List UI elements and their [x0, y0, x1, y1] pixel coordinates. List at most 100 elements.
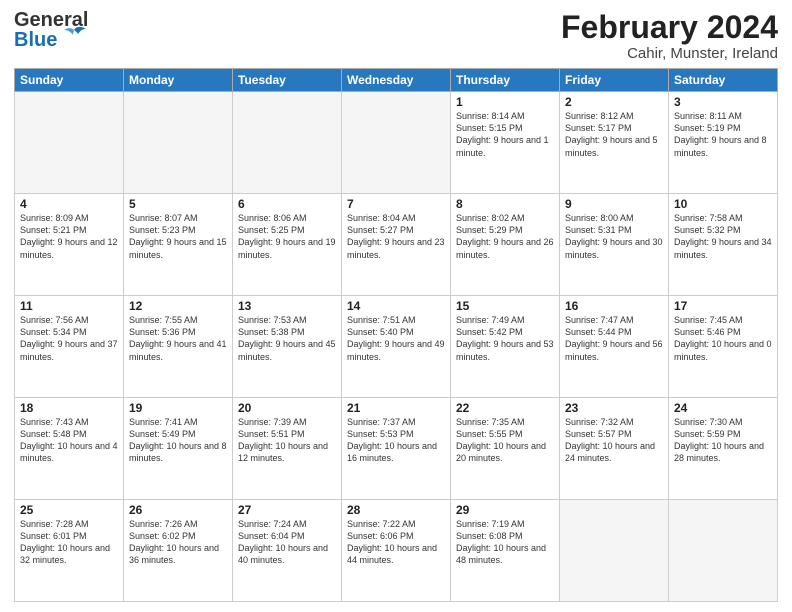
table-row: 10Sunrise: 7:58 AM Sunset: 5:32 PM Dayli… [669, 194, 778, 296]
day-info: Sunrise: 8:12 AM Sunset: 5:17 PM Dayligh… [565, 110, 663, 159]
table-row: 17Sunrise: 7:45 AM Sunset: 5:46 PM Dayli… [669, 296, 778, 398]
col-thursday: Thursday [451, 69, 560, 92]
day-number: 26 [129, 503, 227, 517]
col-tuesday: Tuesday [233, 69, 342, 92]
calendar-week-row: 1Sunrise: 8:14 AM Sunset: 5:15 PM Daylig… [15, 92, 778, 194]
logo-blue-text: Blue [14, 30, 57, 50]
table-row [342, 92, 451, 194]
day-info: Sunrise: 8:09 AM Sunset: 5:21 PM Dayligh… [20, 212, 118, 261]
table-row: 11Sunrise: 7:56 AM Sunset: 5:34 PM Dayli… [15, 296, 124, 398]
day-number: 25 [20, 503, 118, 517]
table-row: 15Sunrise: 7:49 AM Sunset: 5:42 PM Dayli… [451, 296, 560, 398]
day-number: 4 [20, 197, 118, 211]
day-number: 22 [456, 401, 554, 415]
day-info: Sunrise: 7:37 AM Sunset: 5:53 PM Dayligh… [347, 416, 445, 465]
table-row: 1Sunrise: 8:14 AM Sunset: 5:15 PM Daylig… [451, 92, 560, 194]
day-number: 24 [674, 401, 772, 415]
table-row: 27Sunrise: 7:24 AM Sunset: 6:04 PM Dayli… [233, 500, 342, 602]
day-info: Sunrise: 8:11 AM Sunset: 5:19 PM Dayligh… [674, 110, 772, 159]
table-row: 13Sunrise: 7:53 AM Sunset: 5:38 PM Dayli… [233, 296, 342, 398]
calendar-week-row: 18Sunrise: 7:43 AM Sunset: 5:48 PM Dayli… [15, 398, 778, 500]
day-info: Sunrise: 8:04 AM Sunset: 5:27 PM Dayligh… [347, 212, 445, 261]
day-number: 8 [456, 197, 554, 211]
table-row: 24Sunrise: 7:30 AM Sunset: 5:59 PM Dayli… [669, 398, 778, 500]
day-number: 9 [565, 197, 663, 211]
table-row [233, 92, 342, 194]
col-friday: Friday [560, 69, 669, 92]
day-number: 6 [238, 197, 336, 211]
day-info: Sunrise: 7:41 AM Sunset: 5:49 PM Dayligh… [129, 416, 227, 465]
page: General Blue February 2024 Cahir, Munste… [0, 0, 792, 612]
day-number: 5 [129, 197, 227, 211]
logo-bird-icon [60, 26, 88, 48]
day-number: 28 [347, 503, 445, 517]
day-info: Sunrise: 7:43 AM Sunset: 5:48 PM Dayligh… [20, 416, 118, 465]
table-row: 22Sunrise: 7:35 AM Sunset: 5:55 PM Dayli… [451, 398, 560, 500]
table-row: 20Sunrise: 7:39 AM Sunset: 5:51 PM Dayli… [233, 398, 342, 500]
table-row: 21Sunrise: 7:37 AM Sunset: 5:53 PM Dayli… [342, 398, 451, 500]
table-row [560, 500, 669, 602]
day-info: Sunrise: 7:45 AM Sunset: 5:46 PM Dayligh… [674, 314, 772, 363]
day-number: 20 [238, 401, 336, 415]
day-info: Sunrise: 8:14 AM Sunset: 5:15 PM Dayligh… [456, 110, 554, 159]
day-info: Sunrise: 7:56 AM Sunset: 5:34 PM Dayligh… [20, 314, 118, 363]
day-number: 3 [674, 95, 772, 109]
day-number: 27 [238, 503, 336, 517]
day-info: Sunrise: 7:24 AM Sunset: 6:04 PM Dayligh… [238, 518, 336, 567]
day-number: 29 [456, 503, 554, 517]
calendar-week-row: 25Sunrise: 7:28 AM Sunset: 6:01 PM Dayli… [15, 500, 778, 602]
day-number: 13 [238, 299, 336, 313]
table-row: 7Sunrise: 8:04 AM Sunset: 5:27 PM Daylig… [342, 194, 451, 296]
day-info: Sunrise: 8:00 AM Sunset: 5:31 PM Dayligh… [565, 212, 663, 261]
day-info: Sunrise: 8:06 AM Sunset: 5:25 PM Dayligh… [238, 212, 336, 261]
table-row [15, 92, 124, 194]
day-info: Sunrise: 7:39 AM Sunset: 5:51 PM Dayligh… [238, 416, 336, 465]
day-info: Sunrise: 7:35 AM Sunset: 5:55 PM Dayligh… [456, 416, 554, 465]
header: General Blue February 2024 Cahir, Munste… [14, 10, 778, 62]
day-info: Sunrise: 7:51 AM Sunset: 5:40 PM Dayligh… [347, 314, 445, 363]
logo-name: General Blue [14, 10, 88, 50]
col-sunday: Sunday [15, 69, 124, 92]
table-row [669, 500, 778, 602]
calendar-header-row: Sunday Monday Tuesday Wednesday Thursday… [15, 69, 778, 92]
day-info: Sunrise: 8:02 AM Sunset: 5:29 PM Dayligh… [456, 212, 554, 261]
day-info: Sunrise: 8:07 AM Sunset: 5:23 PM Dayligh… [129, 212, 227, 261]
calendar-week-row: 4Sunrise: 8:09 AM Sunset: 5:21 PM Daylig… [15, 194, 778, 296]
table-row: 28Sunrise: 7:22 AM Sunset: 6:06 PM Dayli… [342, 500, 451, 602]
table-row: 26Sunrise: 7:26 AM Sunset: 6:02 PM Dayli… [124, 500, 233, 602]
day-number: 2 [565, 95, 663, 109]
day-info: Sunrise: 7:22 AM Sunset: 6:06 PM Dayligh… [347, 518, 445, 567]
table-row: 16Sunrise: 7:47 AM Sunset: 5:44 PM Dayli… [560, 296, 669, 398]
day-number: 11 [20, 299, 118, 313]
table-row [124, 92, 233, 194]
table-row: 5Sunrise: 8:07 AM Sunset: 5:23 PM Daylig… [124, 194, 233, 296]
calendar-title: February 2024 [561, 10, 778, 45]
day-number: 19 [129, 401, 227, 415]
table-row: 4Sunrise: 8:09 AM Sunset: 5:21 PM Daylig… [15, 194, 124, 296]
day-number: 15 [456, 299, 554, 313]
table-row: 12Sunrise: 7:55 AM Sunset: 5:36 PM Dayli… [124, 296, 233, 398]
day-info: Sunrise: 7:28 AM Sunset: 6:01 PM Dayligh… [20, 518, 118, 567]
col-wednesday: Wednesday [342, 69, 451, 92]
table-row: 29Sunrise: 7:19 AM Sunset: 6:08 PM Dayli… [451, 500, 560, 602]
title-block: February 2024 Cahir, Munster, Ireland [561, 10, 778, 62]
day-info: Sunrise: 7:26 AM Sunset: 6:02 PM Dayligh… [129, 518, 227, 567]
table-row: 18Sunrise: 7:43 AM Sunset: 5:48 PM Dayli… [15, 398, 124, 500]
calendar-week-row: 11Sunrise: 7:56 AM Sunset: 5:34 PM Dayli… [15, 296, 778, 398]
table-row: 3Sunrise: 8:11 AM Sunset: 5:19 PM Daylig… [669, 92, 778, 194]
day-info: Sunrise: 7:55 AM Sunset: 5:36 PM Dayligh… [129, 314, 227, 363]
table-row: 23Sunrise: 7:32 AM Sunset: 5:57 PM Dayli… [560, 398, 669, 500]
col-monday: Monday [124, 69, 233, 92]
table-row: 14Sunrise: 7:51 AM Sunset: 5:40 PM Dayli… [342, 296, 451, 398]
table-row: 8Sunrise: 8:02 AM Sunset: 5:29 PM Daylig… [451, 194, 560, 296]
day-info: Sunrise: 7:47 AM Sunset: 5:44 PM Dayligh… [565, 314, 663, 363]
logo: General Blue [14, 10, 88, 50]
calendar-subtitle: Cahir, Munster, Ireland [561, 45, 778, 62]
day-number: 14 [347, 299, 445, 313]
table-row: 6Sunrise: 8:06 AM Sunset: 5:25 PM Daylig… [233, 194, 342, 296]
col-saturday: Saturday [669, 69, 778, 92]
day-number: 1 [456, 95, 554, 109]
day-info: Sunrise: 7:58 AM Sunset: 5:32 PM Dayligh… [674, 212, 772, 261]
day-number: 18 [20, 401, 118, 415]
day-number: 17 [674, 299, 772, 313]
